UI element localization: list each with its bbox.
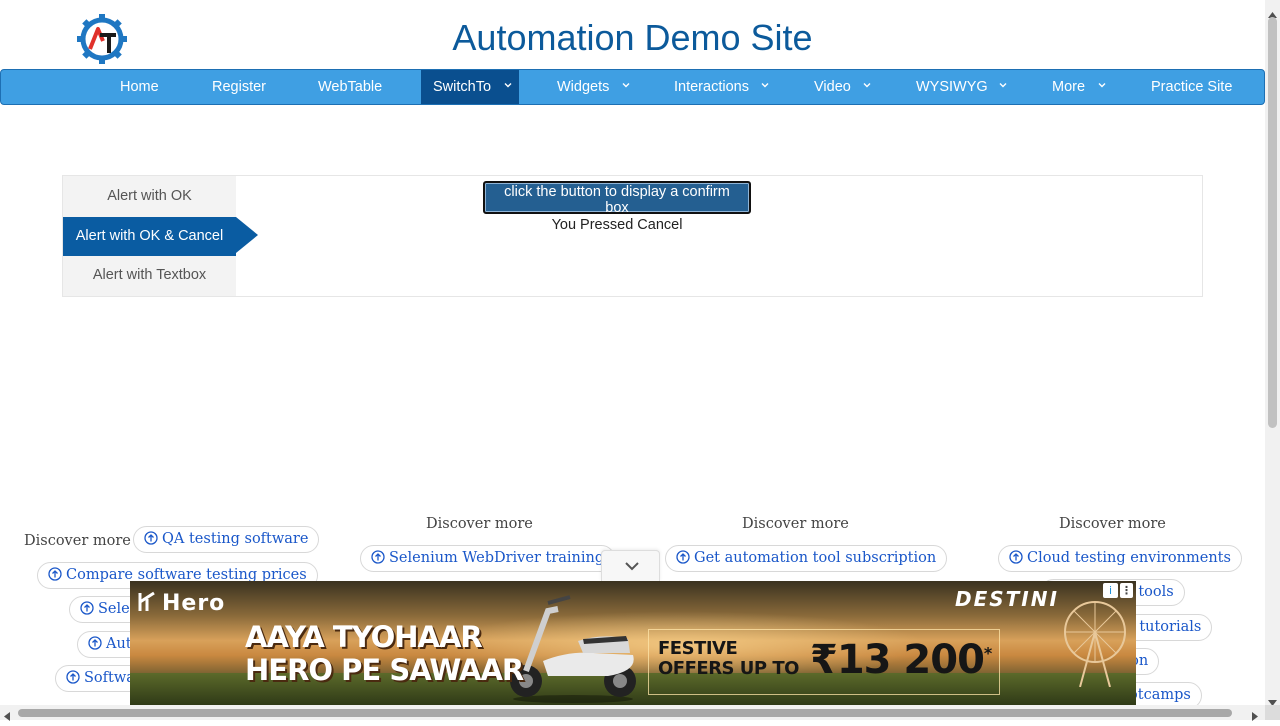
main-navbar: Home Register WebTable SwitchTo Widgets …: [0, 69, 1265, 105]
arrow-up-circle-icon: [1009, 548, 1023, 573]
discover-link-label: Softwa: [84, 670, 135, 686]
nav-practice-site[interactable]: Practice Site: [1151, 70, 1232, 104]
collapse-ad-button[interactable]: [601, 550, 660, 581]
ad-banner[interactable]: Hero AAYA TYOHAAR HERO PE SAWAAR FESTIVE…: [130, 581, 1136, 705]
arrow-up-circle-icon: [48, 565, 62, 590]
nav-video[interactable]: Video: [814, 70, 851, 104]
horizontal-scroll-thumb[interactable]: [18, 709, 1232, 717]
arrow-up-circle-icon: [371, 548, 385, 573]
more-chevron-down-icon[interactable]: [1097, 80, 1111, 94]
tab-alert-ok[interactable]: Alert with OK: [63, 177, 236, 216]
switchto-chevron-down-icon[interactable]: [501, 70, 519, 104]
display-confirm-box-button[interactable]: click the button to display a confirm bo…: [483, 181, 751, 216]
confirm-result-text: You Pressed Cancel: [551, 217, 683, 233]
discover-link-label: Selenium WebDriver training: [389, 550, 605, 566]
nav-register[interactable]: Register: [212, 70, 266, 104]
ad-model-name: DESTINI: [955, 587, 1059, 611]
active-tab-arrow-icon: [236, 217, 258, 253]
page-title: Automation Demo Site: [452, 17, 813, 58]
ad-brand: Hero: [138, 591, 225, 619]
discover-heading-1: Discover more: [24, 533, 131, 549]
nav-more[interactable]: More: [1052, 70, 1085, 104]
vertical-scrollbar[interactable]: [1265, 0, 1280, 720]
discover-link[interactable]: Selenium WebDriver training: [360, 545, 616, 573]
horizontal-scrollbar[interactable]: [0, 705, 1265, 721]
arrow-up-circle-icon: [676, 548, 690, 573]
nav-widgets[interactable]: Widgets: [557, 70, 609, 104]
vertical-scroll-thumb[interactable]: [1268, 17, 1277, 428]
ferris-wheel-icon: [1060, 597, 1130, 692]
scroll-left-arrow-icon[interactable]: [4, 708, 10, 726]
nav-home[interactable]: Home: [120, 70, 159, 104]
discover-link-label: Get automation tool subscription: [694, 550, 937, 566]
chevron-down-icon: [625, 562, 639, 571]
ad-options-icon[interactable]: ⋮: [1120, 583, 1133, 598]
tab-alert-ok-cancel[interactable]: Alert with OK & Cancel: [63, 217, 236, 256]
arrow-up-circle-icon: [80, 599, 94, 624]
alerts-tab-list: Alert with OK Alert with OK & Cancel Ale…: [63, 176, 236, 296]
discover-link-label: QA testing software: [162, 531, 309, 547]
interactions-chevron-down-icon[interactable]: [760, 80, 774, 94]
nav-webtable[interactable]: WebTable: [318, 70, 382, 104]
discover-heading-4: Discover more: [1059, 516, 1166, 532]
ad-offer-label: FESTIVE OFFERS UP TO: [658, 638, 799, 679]
scroll-right-arrow-icon[interactable]: [1252, 708, 1258, 726]
discover-link[interactable]: Get automation tool subscription: [665, 545, 948, 573]
arrow-up-circle-icon: [144, 529, 158, 554]
ad-info-icon[interactable]: i: [1103, 583, 1118, 598]
discover-link-label: Cloud testing environments: [1027, 550, 1231, 566]
arrow-up-circle-icon: [66, 668, 80, 693]
discover-heading-2: Discover more: [426, 516, 533, 532]
hero-logo-icon: [138, 591, 158, 619]
alerts-panel: Alert with OK Alert with OK & Cancel Ale…: [62, 175, 1203, 297]
nav-wysiwyg[interactable]: WYSIWYG: [916, 70, 988, 104]
tab-alert-textbox[interactable]: Alert with Textbox: [63, 256, 236, 295]
ad-headline: AAYA TYOHAAR HERO PE SAWAAR: [245, 620, 524, 687]
scrollbar-corner: [1265, 705, 1280, 720]
discover-heading-3: Discover more: [742, 516, 849, 532]
discover-link[interactable]: QA testing software: [133, 526, 320, 554]
nav-switchto[interactable]: SwitchTo: [421, 70, 504, 104]
discover-link-label: Aut: [106, 636, 132, 652]
discover-link[interactable]: Cloud testing environments: [998, 545, 1242, 572]
nav-interactions[interactable]: Interactions: [674, 70, 749, 104]
widgets-chevron-down-icon[interactable]: [621, 80, 635, 94]
video-chevron-down-icon[interactable]: [862, 80, 876, 94]
arrow-up-circle-icon: [88, 634, 102, 659]
ad-offer-amount: ₹13 200*: [810, 637, 992, 683]
wysiwyg-chevron-down-icon[interactable]: [998, 80, 1012, 94]
